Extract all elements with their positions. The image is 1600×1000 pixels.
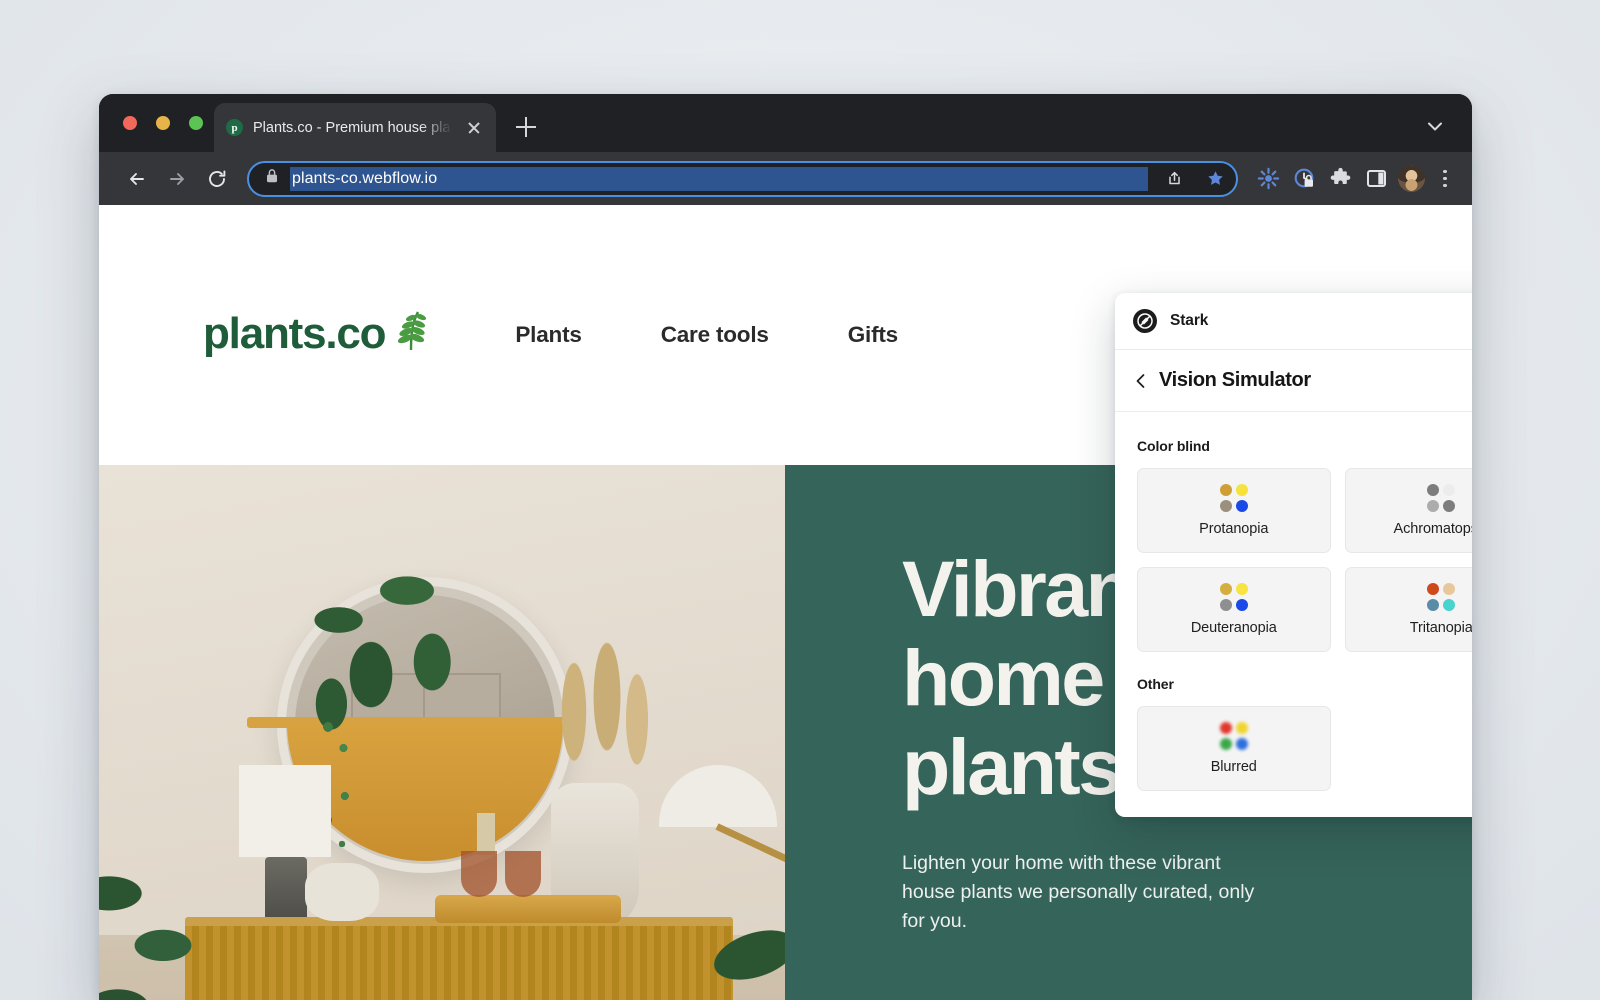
- stark-logo-icon: [1133, 309, 1157, 333]
- dot: [1443, 484, 1456, 496]
- dot: [1219, 583, 1232, 595]
- other-options-grid: Blurred: [1137, 706, 1472, 791]
- maximize-window-button[interactable]: [189, 116, 203, 130]
- section-label-color-blind: Color blind: [1137, 438, 1210, 454]
- stark-app-name: Stark: [1170, 312, 1209, 329]
- dot: [1427, 583, 1440, 595]
- stark-extension-panel: Stark Vision Simulator Color blind Prota…: [1115, 293, 1472, 817]
- dot: [1427, 484, 1440, 496]
- option-label: Deuteranopia: [1190, 620, 1277, 636]
- blurred-dot-swatch: [1219, 722, 1248, 750]
- dot: [1235, 738, 1248, 750]
- colorblind-section: Color blind Protanopia Achromatop Deuter…: [1137, 438, 1472, 652]
- dot: [1443, 599, 1456, 611]
- option-tritanopia[interactable]: Tritanopia: [1344, 567, 1472, 652]
- new-tab-button[interactable]: [514, 115, 538, 139]
- option-deuteranopia[interactable]: Deuteranopia: [1137, 567, 1331, 652]
- dot: [1219, 500, 1232, 512]
- bookmark-star-icon[interactable]: [1200, 164, 1230, 194]
- plants-favicon: p: [226, 119, 243, 136]
- protanopia-dot-swatch: [1219, 484, 1248, 512]
- dot: [1235, 599, 1248, 611]
- clock-lock-extension-icon[interactable]: [1286, 162, 1322, 196]
- three-dot-menu-icon[interactable]: [1432, 162, 1458, 196]
- dot: [1219, 484, 1232, 496]
- window-traffic-lights: [123, 116, 203, 130]
- nav-link-gifts[interactable]: Gifts: [848, 322, 898, 348]
- option-label: Blurred: [1210, 759, 1257, 775]
- hero-room-image: [99, 465, 785, 1000]
- option-label: Tritanopia: [1409, 620, 1472, 636]
- dot: [1427, 599, 1440, 611]
- deuteranopia-dot-swatch: [1219, 583, 1248, 611]
- achromatopsia-dot-swatch: [1427, 484, 1456, 512]
- colorblind-options-grid: Protanopia Achromatopsia: [1137, 468, 1472, 652]
- profile-avatar[interactable]: [1398, 165, 1425, 192]
- browser-tab[interactable]: p Plants.co - Premium house pla: [214, 103, 496, 152]
- tritanopia-dot-swatch: [1427, 583, 1456, 611]
- site-nav: Plants Care tools Gifts: [515, 322, 898, 348]
- close-window-button[interactable]: [123, 116, 137, 130]
- dot: [1235, 484, 1248, 496]
- dot: [1427, 500, 1440, 512]
- tab-title: Plants.co - Premium house pla: [253, 119, 451, 136]
- option-label: Achromatopsia: [1393, 521, 1472, 537]
- stark-panel-body: Color blind Protanopia Achromatop Deuter…: [1115, 412, 1472, 791]
- stark-extension-icon[interactable]: [1250, 162, 1286, 196]
- lock-icon: [265, 168, 279, 189]
- nav-link-care-tools[interactable]: Care tools: [661, 322, 769, 348]
- stark-titlebar: Stark: [1115, 293, 1472, 350]
- share-icon[interactable]: [1159, 164, 1189, 194]
- dot: [1443, 500, 1456, 512]
- forward-arrow-icon[interactable]: [157, 162, 197, 196]
- close-tab-icon[interactable]: [464, 118, 484, 138]
- puzzle-extensions-icon[interactable]: [1322, 162, 1358, 196]
- back-arrow-icon[interactable]: [117, 162, 157, 196]
- option-label: Protanopia: [1199, 521, 1269, 537]
- nav-link-plants[interactable]: Plants: [515, 322, 582, 348]
- address-bar[interactable]: plants-co.webflow.io: [247, 160, 1238, 197]
- dot: [1219, 599, 1232, 611]
- option-protanopia[interactable]: Protanopia: [1137, 468, 1331, 553]
- reload-icon[interactable]: [197, 162, 237, 196]
- panel-title: Vision Simulator: [1159, 369, 1311, 391]
- address-bar-url[interactable]: plants-co.webflow.io: [290, 166, 1148, 191]
- browser-window: p Plants.co - Premium house pla plants-c…: [99, 94, 1472, 1000]
- site-logo-text: plants.co: [203, 308, 387, 358]
- site-logo[interactable]: plants.co: [203, 309, 431, 362]
- side-panel-icon[interactable]: [1358, 162, 1394, 196]
- option-blurred[interactable]: Blurred: [1137, 706, 1331, 791]
- tab-strip: p Plants.co - Premium house pla: [99, 94, 1472, 152]
- back-chevron-icon[interactable]: [1133, 373, 1149, 389]
- dot: [1235, 583, 1248, 595]
- dot: [1235, 500, 1248, 512]
- hero-paragraph: Lighten your home with these vibrant hou…: [902, 852, 1255, 932]
- leaf-icon: [391, 309, 431, 362]
- dot: [1443, 583, 1456, 595]
- option-achromatopsia[interactable]: Achromatopsia: [1344, 468, 1472, 553]
- minimize-window-button[interactable]: [156, 116, 170, 130]
- section-label-other: Other: [1137, 676, 1174, 692]
- dot: [1219, 722, 1232, 734]
- other-section: Other Blurred: [1137, 676, 1472, 791]
- browser-toolbar: plants-co.webflow.io: [99, 152, 1472, 205]
- chevron-down-icon[interactable]: [1422, 113, 1448, 139]
- dot: [1235, 722, 1248, 734]
- dot: [1219, 738, 1232, 750]
- stark-subheader: Vision Simulator: [1115, 350, 1472, 412]
